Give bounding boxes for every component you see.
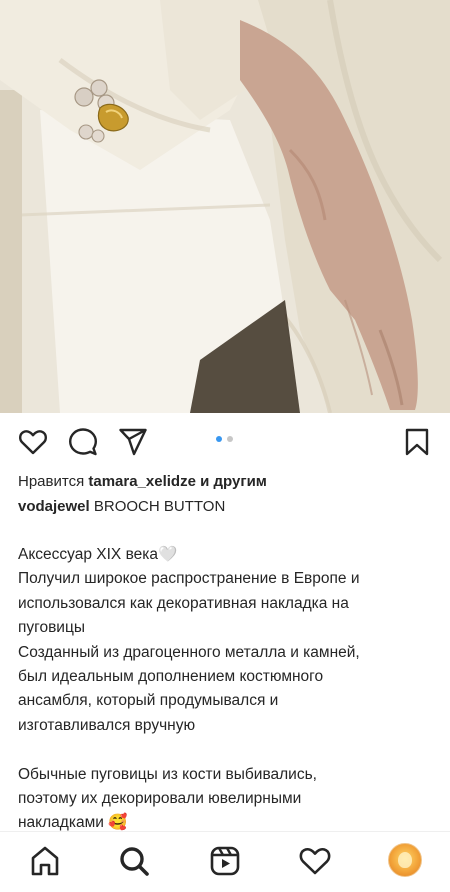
heart-outline-icon[interactable] (18, 427, 48, 457)
carousel-indicator (213, 436, 237, 444)
caption-line: Аксессуар XIX века🤍 (18, 546, 178, 563)
caption-line: пуговицы (18, 619, 85, 637)
paper-plane-icon[interactable] (118, 427, 148, 457)
caption-line: изготавливался вручную (18, 716, 196, 734)
caption-line: Получил широкое распространение в Европе… (18, 570, 360, 588)
home-icon[interactable] (28, 844, 62, 878)
caption-line (18, 738, 438, 762)
caption-line: использовался как декоративная накладка … (18, 594, 349, 612)
likes-suffix[interactable]: и другим (200, 473, 267, 490)
caption-line: поэтому их декорировали ювелирными (18, 789, 302, 807)
photo-illustration (0, 0, 450, 413)
caption-text: Аксессуар XIX века🤍 Получил широкое расп… (18, 543, 438, 836)
carousel-dot (227, 436, 233, 442)
bottom-navigation (0, 831, 450, 892)
author-username[interactable]: vodajewel (18, 498, 90, 515)
caption-header: vodajewel BROOCH BUTTON (18, 497, 225, 517)
carousel-dot-active (216, 436, 222, 442)
caption-line: ансамбля, который продумывался и (18, 692, 279, 710)
comment-icon[interactable] (68, 427, 98, 457)
search-icon[interactable] (117, 844, 151, 878)
bookmark-icon[interactable] (402, 427, 432, 457)
profile-avatar[interactable] (388, 843, 422, 877)
likes-prefix: Нравится (18, 473, 85, 490)
caption-line: Обычные пуговицы из кости выбивались, (18, 765, 317, 783)
activity-heart-icon[interactable] (298, 844, 332, 878)
likes-line[interactable]: Нравится tamara_xelidze и другим (18, 472, 267, 492)
post-title: BROOCH BUTTON (93, 498, 226, 515)
likes-username[interactable]: tamara_xelidze (88, 473, 196, 490)
caption-line: Созданный из драгоценного металла и камн… (18, 643, 360, 661)
post-photo[interactable] (0, 0, 450, 413)
caption-line: был идеальным дополнением костюмного (18, 667, 324, 685)
reels-icon[interactable] (208, 844, 242, 878)
